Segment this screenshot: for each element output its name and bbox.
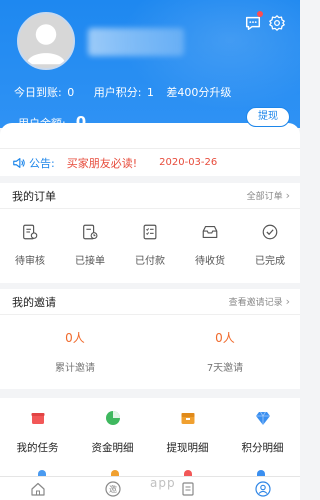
notice-label: 公告:	[29, 156, 55, 170]
tool-label: 积分明细	[241, 442, 284, 454]
inbox-icon	[202, 226, 218, 238]
paid-icon	[143, 224, 157, 240]
home-icon	[30, 482, 45, 496]
profile-icon	[254, 480, 271, 497]
invite-total-label: 累计邀请	[55, 363, 95, 374]
order-status-label: 已接单	[75, 256, 105, 267]
order-status-label: 待审核	[15, 256, 45, 267]
invite-total[interactable]: 0人 累计邀请	[20, 329, 130, 375]
invites-section: 我的邀请 查看邀请记录 › 0人 累计邀请 0人 7天邀请	[0, 289, 300, 389]
invite-stats-row: 0人 累计邀请 0人 7天邀请	[0, 315, 300, 375]
points-details-button[interactable]: 积分明细	[231, 410, 295, 455]
tool-label: 资金明细	[91, 442, 134, 454]
order-status-label: 待收货	[195, 256, 225, 267]
tab-profile[interactable]	[243, 477, 283, 500]
points-label: 用户积分:	[93, 86, 142, 99]
watermark: app	[150, 476, 176, 490]
my-tasks-button[interactable]: 我的任务	[6, 410, 70, 455]
notice-bar[interactable]: 公告: 买家朋友必读! 2020-03-26	[0, 148, 300, 176]
gift-icon	[31, 413, 44, 424]
today-value: 0	[67, 86, 75, 99]
order-status-row: 待审核 已接单 已付款 待收货 已完成	[0, 209, 300, 268]
invite-records-link[interactable]: 查看邀请记录 ›	[229, 295, 290, 308]
pie-chart-icon	[105, 411, 120, 425]
diamond-icon	[255, 411, 270, 425]
order-status-completed[interactable]: 已完成	[242, 223, 298, 268]
withdraw-button[interactable]: 提现	[246, 107, 290, 127]
invites-header: 我的邀请 查看邀请记录 ›	[0, 289, 300, 315]
check-circle-icon	[262, 224, 278, 240]
order-status-accepted[interactable]: 已接单	[62, 223, 118, 268]
pending-review-icon	[23, 224, 38, 240]
gear-icon[interactable]	[268, 14, 286, 32]
accepted-order-icon	[83, 224, 98, 240]
invite-7day-value: 0人	[215, 331, 235, 345]
notice-message[interactable]: 买家朋友必读!	[67, 155, 137, 171]
all-orders-label: 全部订单	[246, 192, 283, 202]
order-status-pending[interactable]: 待审核	[2, 223, 58, 268]
orders-section: 我的订单 全部订单 › 待审核 已接单 已付款 待收货 已完成	[0, 183, 300, 283]
order-status-awaiting-delivery[interactable]: 待收货	[182, 223, 238, 268]
tools-row: 我的任务 资金明细 提现明细 积分明细	[0, 398, 300, 455]
notice-date: 2020-03-26	[159, 157, 218, 168]
invite-7day-label: 7天邀请	[206, 363, 244, 374]
content-panel	[0, 123, 300, 151]
chevron-right-icon: ›	[285, 189, 290, 202]
tool-label: 提现明细	[166, 442, 209, 454]
orders-title: 我的订单	[12, 189, 56, 203]
tool-label: 我的任务	[16, 442, 59, 454]
today-label: 今日到账:	[14, 86, 62, 99]
order-status-label: 已付款	[135, 256, 165, 267]
invite-total-value: 0人	[65, 331, 85, 345]
fund-details-button[interactable]: 资金明细	[81, 410, 145, 455]
tab-invite[interactable]: 邀	[93, 477, 133, 500]
tools-next-row	[0, 468, 300, 476]
document-icon	[181, 481, 194, 496]
withdraw-details-button[interactable]: 提现明细	[156, 410, 220, 455]
wallet-icon	[181, 413, 194, 424]
all-orders-link[interactable]: 全部订单 ›	[247, 189, 290, 202]
invite-tab-label: 邀	[109, 484, 117, 494]
chevron-right-icon: ›	[285, 295, 290, 308]
order-status-paid[interactable]: 已付款	[122, 223, 178, 268]
tab-home[interactable]	[18, 477, 58, 500]
account-stats: 今日到账: 0 用户积分: 1 差400分升级	[14, 84, 233, 100]
invite-records-label: 查看邀请记录	[228, 298, 283, 308]
invite-7day[interactable]: 0人 7天邀请	[170, 329, 280, 375]
notification-dot	[257, 11, 263, 17]
invite-icon: 邀	[104, 480, 121, 497]
username-redacted	[88, 28, 184, 56]
speaker-icon	[13, 157, 25, 168]
upgrade-text: 差400分升级	[166, 86, 232, 99]
invites-title: 我的邀请	[12, 295, 56, 309]
points-value: 1	[146, 86, 154, 99]
tools-section: 我的任务 资金明细 提现明细 积分明细	[0, 398, 300, 468]
orders-header: 我的订单 全部订单 ›	[0, 183, 300, 209]
avatar[interactable]	[17, 12, 75, 70]
order-status-label: 已完成	[255, 256, 285, 267]
